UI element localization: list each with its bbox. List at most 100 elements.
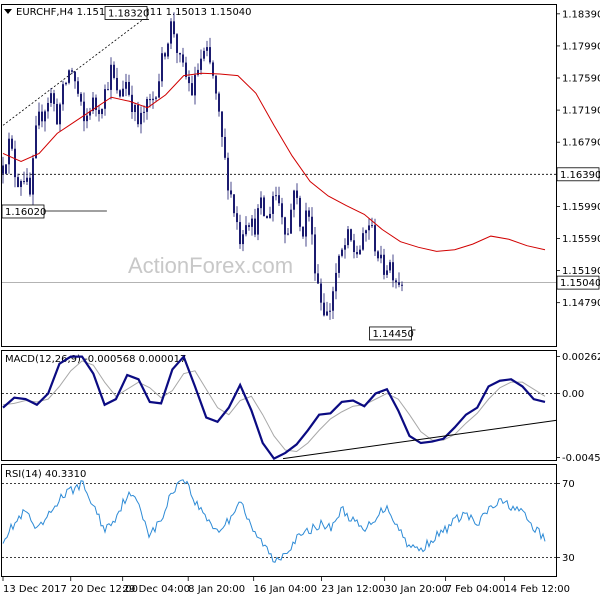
candle-body	[155, 97, 157, 99]
candle-body	[287, 233, 289, 235]
candle-body	[356, 252, 358, 255]
candle-body	[359, 249, 361, 255]
candle-body	[248, 225, 250, 227]
candle-body	[131, 94, 133, 113]
candle-body	[146, 99, 148, 112]
x-tick-label: 29 Dec 04:00	[123, 584, 190, 595]
candle-body	[290, 209, 292, 234]
candle-body	[8, 138, 10, 165]
candle-body	[74, 71, 76, 82]
candle-body	[320, 283, 322, 303]
candle-body	[365, 230, 367, 234]
rsi-title: RSI(14) 40.3310	[5, 469, 86, 480]
marker-label: 1.14450	[373, 329, 414, 340]
candle-body	[386, 270, 388, 275]
candle-body	[260, 197, 262, 209]
candle-body	[53, 93, 55, 104]
candle-body	[302, 226, 304, 237]
candle-body	[233, 194, 235, 214]
candle-body	[347, 229, 349, 246]
candle-body	[284, 217, 286, 235]
candle-body	[98, 109, 100, 115]
candle-body	[350, 229, 352, 241]
watermark: ActionForex.com	[128, 253, 293, 278]
candle-body	[269, 213, 271, 219]
candle-body	[398, 282, 400, 285]
candle-body	[338, 255, 340, 273]
candle-body	[203, 50, 205, 59]
candle-body	[254, 218, 256, 235]
candle-body	[167, 43, 169, 57]
candle-body	[389, 262, 391, 271]
candle-body	[293, 190, 295, 210]
candle-body	[137, 104, 139, 125]
candle-body	[194, 74, 196, 96]
candle-body	[368, 225, 370, 231]
candle-body	[182, 54, 184, 63]
hline-label: 1.16390	[556, 167, 600, 182]
candle-body	[230, 190, 232, 195]
macd-tick-label: 0.00262	[562, 352, 600, 363]
candle-body	[14, 148, 16, 178]
candle-body	[245, 225, 247, 235]
price-tick-label: 1.15190	[562, 266, 600, 277]
candle-body	[47, 102, 49, 112]
candle-body	[116, 77, 118, 91]
candle-body	[107, 89, 109, 91]
candle-body	[35, 125, 37, 159]
candle-body	[305, 210, 307, 237]
candle-body	[395, 280, 397, 283]
candle-body	[128, 81, 130, 95]
candle-body	[65, 82, 67, 85]
candle-body	[161, 53, 163, 82]
candle-body	[353, 240, 355, 253]
marker-label: 1.16020	[5, 207, 46, 218]
candle-body	[374, 225, 376, 252]
candle-body	[119, 90, 121, 97]
candle-body	[44, 111, 46, 122]
candle-body	[11, 138, 13, 149]
candle-body	[179, 52, 181, 55]
candle-body	[152, 98, 154, 101]
candle-body	[50, 93, 52, 103]
price-tick-label: 1.17990	[562, 41, 600, 52]
candle-body	[242, 234, 244, 245]
candle-body	[263, 197, 265, 217]
candle-body	[326, 311, 328, 316]
candle-body	[188, 76, 190, 84]
macd-title: MACD(12,26,9) -0.000568 0.000017	[5, 354, 186, 365]
candle-body	[173, 21, 175, 35]
candle-body	[200, 58, 202, 70]
last-price-label: 1.15040	[556, 275, 600, 290]
candle-body	[122, 88, 124, 97]
candle-body	[308, 210, 310, 217]
candle-body	[71, 70, 73, 72]
price-tick-label: 1.15590	[562, 234, 600, 245]
candle-body	[29, 177, 31, 195]
candle-body	[296, 190, 298, 198]
candle-body	[164, 53, 166, 57]
macd-tick-label: -0.004526	[562, 453, 600, 464]
candle-body	[83, 101, 85, 122]
candle-body	[335, 272, 337, 292]
rsi-tick-label: 70	[562, 479, 575, 490]
candle-body	[26, 177, 28, 182]
candle-body	[77, 81, 79, 94]
marker-label: 1.18320	[108, 8, 149, 19]
price-tick-label: 1.18390	[562, 9, 600, 20]
candle-body	[158, 81, 160, 98]
candle-body	[221, 111, 223, 137]
candle-body	[377, 251, 379, 259]
candle-body	[314, 234, 316, 274]
candle-body	[224, 136, 226, 158]
candle-body	[20, 181, 22, 188]
candle-body	[341, 249, 343, 256]
macd-tick-label: 0.00	[562, 389, 584, 400]
candle-body	[191, 83, 193, 96]
candle-body	[125, 81, 127, 89]
x-tick-label: 14 Feb 12:00	[504, 584, 570, 595]
candle-body	[251, 218, 253, 227]
candle-body	[23, 181, 25, 183]
candle-body	[17, 177, 19, 188]
x-tick-label: 13 Dec 2017	[3, 584, 67, 595]
